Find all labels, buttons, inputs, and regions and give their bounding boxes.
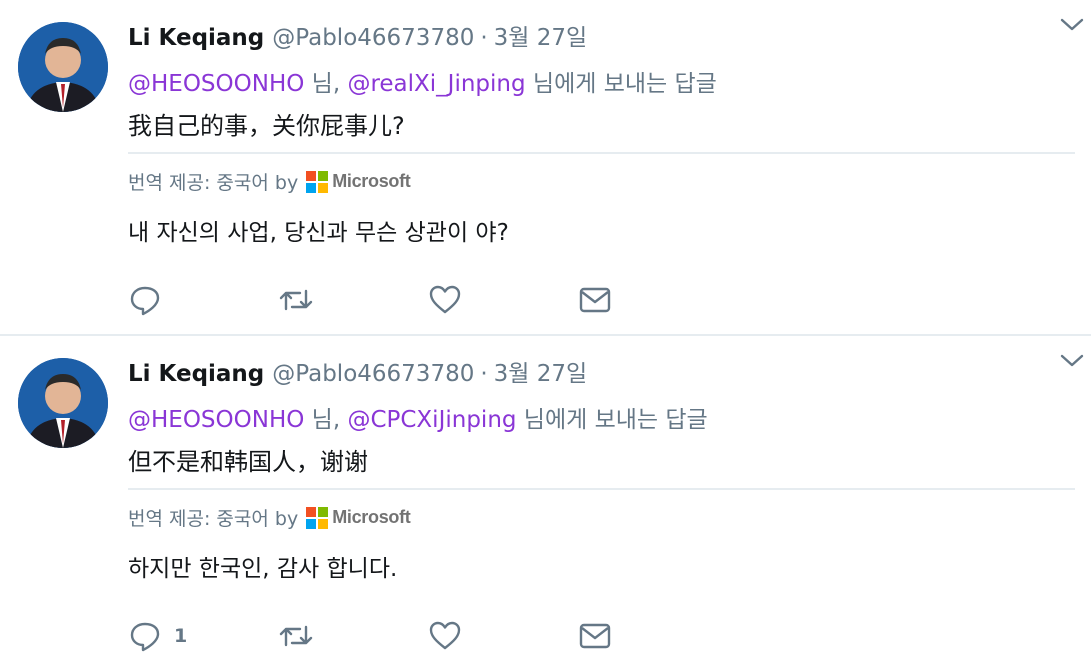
reply-count: 1 <box>174 625 188 647</box>
mention-link[interactable]: @HEOSOONHO <box>128 71 304 97</box>
tweet-text: 但不是和韩国人，谢谢 <box>128 448 368 476</box>
reply-separator: 님, <box>304 407 348 433</box>
retweet-button[interactable] <box>278 619 428 653</box>
direct-message-icon <box>579 623 611 649</box>
direct-message-button[interactable] <box>578 283 612 317</box>
tweet-text: 我自己的事，关你屁事儿? <box>128 112 405 140</box>
reply-button[interactable] <box>128 283 278 317</box>
tweet[interactable]: Li Keqiang @Pablo46673780 · 3월 27일 @HEOS… <box>0 0 1091 334</box>
retweet-button[interactable] <box>278 283 428 317</box>
avatar[interactable] <box>18 358 108 448</box>
translator-name[interactable]: Microsoft <box>332 507 411 528</box>
like-icon <box>429 621 461 650</box>
like-button[interactable] <box>428 619 578 653</box>
mention-link[interactable]: @CPCXiJinping <box>347 407 516 433</box>
translator-name[interactable]: Microsoft <box>332 171 411 192</box>
reply-context: @HEOSOONHO 님, @CPCXiJinping 님에게 보내는 답글 <box>128 400 1075 436</box>
separator-dot: · <box>480 25 488 51</box>
translated-text: 내 자신의 사업, 당신과 무슨 상관이 야? <box>128 220 509 246</box>
author-name[interactable]: Li Keqiang <box>128 361 264 387</box>
chevron-down-icon[interactable] <box>1057 348 1087 372</box>
microsoft-logo-icon <box>306 170 329 193</box>
tweet[interactable]: Li Keqiang @Pablo46673780 · 3월 27일 @HEOS… <box>0 334 1091 668</box>
author-handle[interactable]: @Pablo46673780 <box>272 361 474 387</box>
reply-icon <box>130 622 160 652</box>
retweet-icon <box>279 289 313 311</box>
reply-separator: 님, <box>304 71 348 97</box>
author-handle[interactable]: @Pablo46673780 <box>272 25 474 51</box>
mention-link[interactable]: @HEOSOONHO <box>128 407 304 433</box>
reply-icon <box>130 286 160 316</box>
reply-suffix: 님에게 보내는 답글 <box>525 71 717 97</box>
translation-block: 번역 제공: 중국어 by Microsoft 내 자신의 사업, 당신과 무슨… <box>128 152 1075 247</box>
like-button[interactable] <box>428 283 578 317</box>
translation-label: 번역 제공: 중국어 by <box>128 508 299 530</box>
mention-link[interactable]: @realXi_Jinping <box>347 71 525 97</box>
translation-block: 번역 제공: 중국어 by Microsoft 하지만 한국인, 감사 합니다. <box>128 488 1075 583</box>
chevron-down-icon[interactable] <box>1057 12 1087 36</box>
like-icon <box>429 285 461 314</box>
retweet-icon <box>279 625 313 647</box>
separator-dot: · <box>480 361 488 387</box>
avatar[interactable] <box>18 22 108 112</box>
translated-text: 하지만 한국인, 감사 합니다. <box>128 556 398 582</box>
reply-suffix: 님에게 보내는 답글 <box>516 407 708 433</box>
reply-button[interactable]: 1 <box>128 619 278 653</box>
direct-message-icon <box>579 287 611 313</box>
tweet-timestamp[interactable]: 3월 27일 <box>494 354 588 388</box>
tweet-timestamp[interactable]: 3월 27일 <box>494 18 588 52</box>
microsoft-logo-icon <box>306 506 329 529</box>
author-name[interactable]: Li Keqiang <box>128 25 264 51</box>
reply-context: @HEOSOONHO 님, @realXi_Jinping 님에게 보내는 답글 <box>128 64 1075 100</box>
translation-label: 번역 제공: 중국어 by <box>128 172 299 194</box>
direct-message-button[interactable] <box>578 619 612 653</box>
